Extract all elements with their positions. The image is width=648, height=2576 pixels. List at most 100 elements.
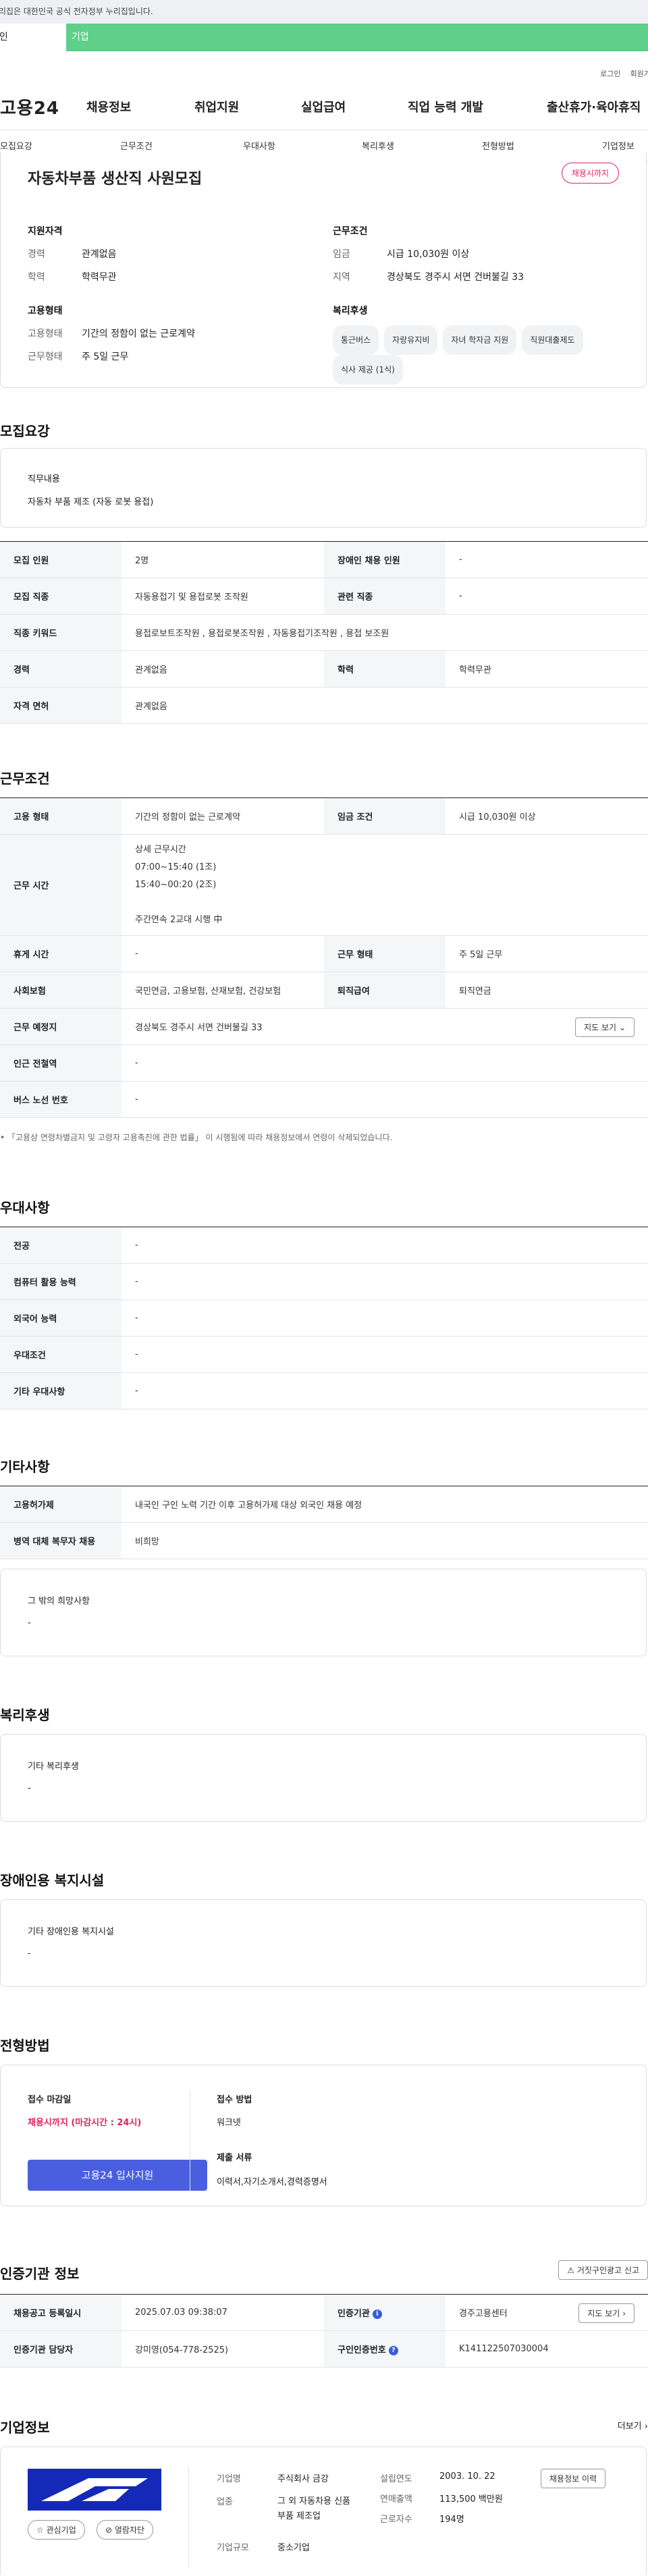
table-row: 컴퓨터 활용 능력 - [0,1263,648,1300]
company-more-link[interactable]: 더보기 › [618,2419,648,2432]
other-wish-card: 그 밖의 희망사항 - [0,1569,647,1656]
company-size-value: 중소기업 [277,2543,310,2553]
gov-banner-text: 이 누리집은 대한민국 공식 전자정부 누리집입니다. [0,7,153,16]
row-key: 우대조건 [0,1336,122,1373]
work-section-title: 근무조건 [0,771,50,787]
apply-button[interactable]: 고용24 입사지원 [28,2160,207,2191]
disabled-label: 기타 장애인용 복지시설 [28,1927,114,1937]
row-key: 인근 전철역 [0,1044,122,1082]
row-value: 주 5일 근무 [446,935,648,972]
subnav-item-pref[interactable]: 우대사항 [243,139,275,152]
help-icon[interactable]: ? [388,2345,398,2355]
duty-value: 자동차 부품 제조 (자동 로봇 용접) [28,497,154,507]
map-view-button[interactable]: 지도 보기 ⌄ [575,1017,634,1037]
cert-map-button[interactable]: 지도 보기 › [578,2303,634,2323]
table-row: 모집 직종 자동용접기 및 용접로봇 조작원 관련 직종 - [0,578,648,615]
siren-icon: ⚠ [567,2266,575,2275]
hiring-history-button[interactable]: 채용정보 이력 [541,2469,606,2488]
cert-org-cell: 경주고용센터 지도 보기 › [446,2294,648,2331]
row-value: - [122,935,324,972]
row-value: 강미영(054-778-2525) [122,2330,324,2368]
company-more-label: 더보기 [617,2421,642,2432]
row-key: 장애인 채용 인원 [324,541,446,578]
company-size-label: 기업규모 [217,2543,249,2553]
row-value: - [122,1372,648,1409]
subnav-item-company[interactable]: 기업정보 [602,139,634,152]
info-icon[interactable]: i [372,2309,382,2319]
row-key: 사회보험 [0,972,122,1009]
condition-title: 근무조건 [333,226,368,237]
method-label: 접수 방법 [217,2095,252,2105]
recruit-section-title: 모집요강 [0,423,50,439]
row-value: 용접로보트조작원 , 용접로봇조작원 , 자동용접기조작원 , 용접 보조원 [122,614,648,651]
row-key: 컴퓨터 활용 능력 [0,1263,122,1300]
company-logo-image [28,2469,161,2511]
subnav-item-selection[interactable]: 전형방법 [482,139,514,152]
gnb-item-leave[interactable]: 출산휴가·육아휴직 [547,98,641,115]
row-key: 전공 [0,1227,122,1264]
favorite-company-button[interactable]: ☆ 관심기업 [28,2520,85,2540]
other-wish-value: - [28,1618,31,1628]
work-time-line: 주간연속 2교대 시행 中 [135,914,223,925]
career-value: 관계없음 [82,249,117,260]
welfare-value: - [28,1783,31,1793]
area-value: 경상북도 경주시 서면 건버불길 33 [387,272,524,283]
cert-table: 채용공고 등록일시 2025.07.03 09:38:07 인증기관 i 경주고용센터 지… [0,2294,648,2368]
employment-block: 고용형태 고용형태 기간의 정함이 없는 근로계약 근무형태 주 5일 근무 [28,304,195,363]
row-value: - [446,578,648,615]
tab-personal[interactable]: 개인 [0,24,66,51]
row-key: 병역 대체 복무자 채용 [0,1522,122,1559]
gnb-item-support[interactable]: 취업지원 [194,98,301,115]
company-employees-value: 194명 [439,2515,464,2525]
welfare-chips: 통근버스 자랑유지비 자녀 학자금 지원 직원대출제도식사 제공 (1식) [333,325,630,385]
row-value: 기간의 정함이 없는 근로계약 [122,797,324,835]
row-key: 기타 우대사항 [0,1372,122,1409]
pref-section-title: 우대사항 [0,1200,50,1216]
welfare-section-title: 복리후생 [0,1707,50,1723]
gnb-item-benefit[interactable]: 실업급여 [301,98,408,115]
table-row: 근무 예정지 경상북도 경주시 서면 건버불길 33 지도 보기 ⌄ [0,1008,648,1045]
block-view-button[interactable]: ⊘ 열람차단 [97,2520,154,2540]
disabled-section-title: 장애인용 복지시설 [0,1872,105,1888]
site-logo[interactable]: 고용24 [0,94,86,119]
work-table: 고용 형태 기간의 정함이 없는 근로계약 임금 조건 시급 10,030원 이상 근… [0,797,648,1118]
company-logo [28,2469,161,2511]
age-notice: • 「고용상 연령차별금지 및 고령자 고용촉진에 관한 법률」 이 시행됨에 … [0,1131,392,1143]
row-key: 직종 키워드 [0,614,122,651]
tab-enterprise[interactable]: 기업 [66,24,89,51]
duty-label: 직무내용 [28,474,60,484]
join-link[interactable]: 회원가입 [630,68,648,79]
employment-type-label: 고용형태 [28,329,63,339]
login-link[interactable]: 로그인 [600,68,620,79]
subnav-item-recruit[interactable]: 모집요강 [0,139,32,152]
bullet-icon: • [0,1133,7,1142]
report-false-ad-button[interactable]: ⚠ 거짓구인광고 신고 [558,2260,648,2280]
welfare-chip: 자녀 학자금 지원 [443,325,517,355]
gnb-item-jobs[interactable]: 채용정보 [86,98,194,115]
work-place-value: 경상북도 경주시 서면 건버불길 33 [135,1023,263,1033]
row-value: 시급 10,030원 이상 [446,797,648,835]
table-row: 고용허가제 내국인 구인 노력 기간 이후 고용허가제 대상 외국인 채용 예정 [0,1486,648,1523]
docs-label: 제출 서류 [217,2153,252,2163]
education-label: 학력 [28,272,45,283]
subnav-item-work[interactable]: 근무조건 [120,139,153,152]
company-revenue-label: 연매출액 [380,2494,412,2504]
welfare-summary-title: 복리후생 [333,306,368,316]
selection-section-title: 전형방법 [0,2038,50,2054]
row-value: - [122,1081,648,1118]
table-row: 외국어 능력 - [0,1299,648,1337]
gnb-menu: 채용정보 취업지원 실업급여 직업 능력 개발 출산휴가·육아휴직 [86,98,641,115]
company-industry-value: 그 외 자동차용 신품 부품 제조업 [277,2496,351,2521]
gnb-item-training[interactable]: 직업 능력 개발 [408,98,547,115]
disabled-value: - [28,1949,31,1959]
selection-card: 접수 마감일 채용시까지 (마감시간 : 24시) 고용24 입사지원 접수 방… [0,2065,647,2206]
company-name-label: 기업명 [217,2474,241,2484]
company-card: ☆ 관심기업 ⊘ 열람차단 기업명 주식회사 금강 업종 그 외 자동차용 신품… [0,2446,647,2575]
row-key: 근무 형태 [324,935,446,972]
subnav-item-welfare[interactable]: 복리후생 [362,139,394,152]
welfare-card: 기타 복리후생 - [0,1734,647,1822]
method-value: 워크넷 [217,2118,241,2128]
row-key: 버스 노선 번호 [0,1081,122,1118]
row-value: 관계없음 [122,650,324,688]
table-row: 버스 노선 번호 - [0,1081,648,1118]
